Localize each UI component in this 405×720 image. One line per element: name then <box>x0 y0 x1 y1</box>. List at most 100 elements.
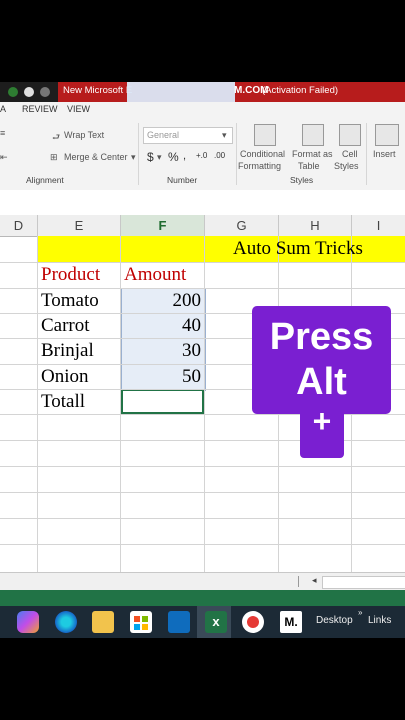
merge-center-button[interactable]: Merge & Center <box>64 152 128 162</box>
group-alignment-label: Alignment <box>26 175 64 185</box>
group-styles-label: Styles <box>290 175 314 185</box>
cell-styles-icon[interactable] <box>339 124 361 146</box>
ribbon-tabs: A REVIEW VIEW <box>0 102 405 118</box>
gridline <box>120 236 121 572</box>
record-dot <box>247 616 259 628</box>
wrap-text-icon[interactable]: ⮐ <box>52 130 60 146</box>
status-bar <box>0 590 405 606</box>
app-icon[interactable] <box>8 87 18 97</box>
format-as-table-label-2[interactable]: Table <box>298 161 320 171</box>
overlay-line-1: Press <box>269 316 374 358</box>
align-icon[interactable]: ≡ <box>0 128 5 138</box>
gridline <box>0 262 405 263</box>
column-header-g[interactable]: G <box>205 215 279 237</box>
number-format-select[interactable]: General ▾ <box>143 127 233 144</box>
taskbar-links[interactable]: Links <box>368 615 391 626</box>
column-header-e[interactable]: E <box>38 215 121 237</box>
quick-access-icon-2[interactable] <box>40 87 50 97</box>
chevron-icon[interactable]: » <box>358 608 362 617</box>
conditional-formatting-label-1[interactable]: Conditional <box>240 149 285 159</box>
column-header-h[interactable]: H <box>279 215 352 237</box>
divider <box>366 123 367 185</box>
horizontal-scroll-area: ◂ <box>0 572 405 591</box>
insert-button[interactable]: Insert <box>373 149 396 159</box>
tab-review[interactable]: REVIEW <box>22 104 58 114</box>
currency-button[interactable]: $ <box>147 150 154 164</box>
formula-bar-area <box>0 190 405 216</box>
gridline <box>0 440 405 441</box>
title-fill-cell[interactable] <box>38 236 120 262</box>
divider <box>236 123 237 185</box>
cell-styles-label-2[interactable]: Styles <box>334 161 359 171</box>
product-cell[interactable]: Carrot <box>41 315 90 337</box>
gridline <box>204 236 205 572</box>
comma-style-icon[interactable]: , <box>183 150 186 162</box>
store-logo-part <box>134 616 140 622</box>
header-amount-cell[interactable]: Amount <box>124 264 186 286</box>
amount-cell[interactable]: 50 <box>121 366 201 388</box>
product-cell[interactable]: Tomato <box>41 290 99 312</box>
conditional-formatting-label-2[interactable]: Formatting <box>238 161 281 171</box>
amount-cell[interactable]: 200 <box>121 290 202 312</box>
product-cell[interactable]: Brinjal <box>41 340 94 362</box>
gridline <box>0 288 405 289</box>
gridline <box>0 466 405 467</box>
tab-data[interactable]: A <box>0 104 6 114</box>
store-logo-part <box>134 624 140 630</box>
activation-status: (Activation Failed) <box>262 85 339 96</box>
header-product-cell[interactable]: Product <box>41 264 100 286</box>
indent-icon[interactable]: ⇤ <box>0 152 8 163</box>
column-header-i[interactable]: I <box>352 215 405 237</box>
merge-icon[interactable]: ⊞ <box>50 152 58 163</box>
decrease-decimal-icon[interactable]: .00 <box>214 151 225 160</box>
amount-cell[interactable]: 30 <box>121 340 201 362</box>
format-as-table-label-1[interactable]: Format as <box>292 149 333 159</box>
gridline <box>0 544 405 545</box>
outlook-icon[interactable] <box>168 611 190 633</box>
overlay-line-2: Alt <box>296 361 347 403</box>
scrollbar[interactable] <box>322 576 405 589</box>
gridline <box>0 518 405 519</box>
percent-button[interactable]: % <box>168 150 179 164</box>
store-logo-part <box>142 624 148 630</box>
gridline <box>37 236 38 572</box>
format-as-table-icon[interactable] <box>302 124 324 146</box>
gridline <box>0 492 405 493</box>
window-controls <box>0 82 58 102</box>
file-explorer-icon[interactable] <box>92 611 114 633</box>
title-bar: New Microsoft E M.COM (Activation Failed… <box>0 82 405 102</box>
excel-icon[interactable]: x <box>205 611 227 633</box>
gridline <box>0 414 405 415</box>
chevron-down-icon[interactable]: ▾ <box>157 152 162 163</box>
edge-icon[interactable] <box>55 611 77 633</box>
increase-decimal-icon[interactable]: +.0 <box>196 151 207 160</box>
cell-styles-label-1[interactable]: Cell <box>342 149 358 159</box>
record-icon[interactable] <box>242 611 264 633</box>
active-cell[interactable] <box>121 389 204 414</box>
total-label-cell[interactable]: Totall <box>41 391 85 413</box>
conditional-formatting-icon[interactable] <box>254 124 276 146</box>
column-header-d[interactable]: D <box>0 215 38 237</box>
m-app-icon[interactable]: M. <box>280 611 302 633</box>
quick-access-icon[interactable] <box>24 87 34 97</box>
wrap-text-button[interactable]: Wrap Text <box>64 130 104 140</box>
insert-icon[interactable] <box>375 124 399 146</box>
group-number-label: Number <box>167 175 198 185</box>
number-format-value: General <box>147 130 180 140</box>
store-logo-part <box>142 616 148 622</box>
chevron-down-icon: ▾ <box>222 130 227 140</box>
sheet-title-cell[interactable]: Auto Sum Tricks <box>233 238 363 260</box>
taskbar-desktop[interactable]: Desktop <box>316 615 353 626</box>
overlay-line-3: + <box>312 403 332 439</box>
amount-cell[interactable]: 40 <box>121 315 201 337</box>
copilot-icon[interactable] <box>17 611 39 633</box>
window-title: New Microsoft E <box>63 85 133 96</box>
divider <box>138 123 139 185</box>
title-overlay <box>127 82 235 102</box>
chevron-down-icon[interactable]: ▾ <box>131 152 136 163</box>
product-cell[interactable]: Onion <box>41 366 89 388</box>
scroll-left-icon[interactable]: ◂ <box>312 575 317 586</box>
column-header-f[interactable]: F <box>121 215 205 238</box>
tab-view[interactable]: VIEW <box>67 104 90 114</box>
store-icon[interactable] <box>130 611 152 633</box>
